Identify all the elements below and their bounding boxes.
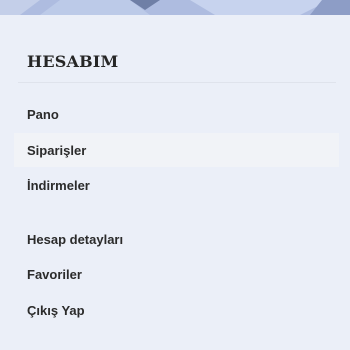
account-navigation: Pano Siparişler İndirmeler Hesap detayla… [14,0,339,350]
account-page: HESABIM Pano Siparişler İndirmeler Hesap… [0,0,350,350]
nav-item-account-details[interactable]: Hesap detayları [14,222,339,256]
nav-item-favorites[interactable]: Favoriler [14,257,339,291]
nav-item-orders[interactable]: Siparişler [14,133,339,167]
nav-item-downloads[interactable]: İndirmeler [14,168,339,202]
nav-item-logout[interactable]: Çıkış Yap [14,293,339,327]
nav-item-dashboard[interactable]: Pano [14,97,339,131]
